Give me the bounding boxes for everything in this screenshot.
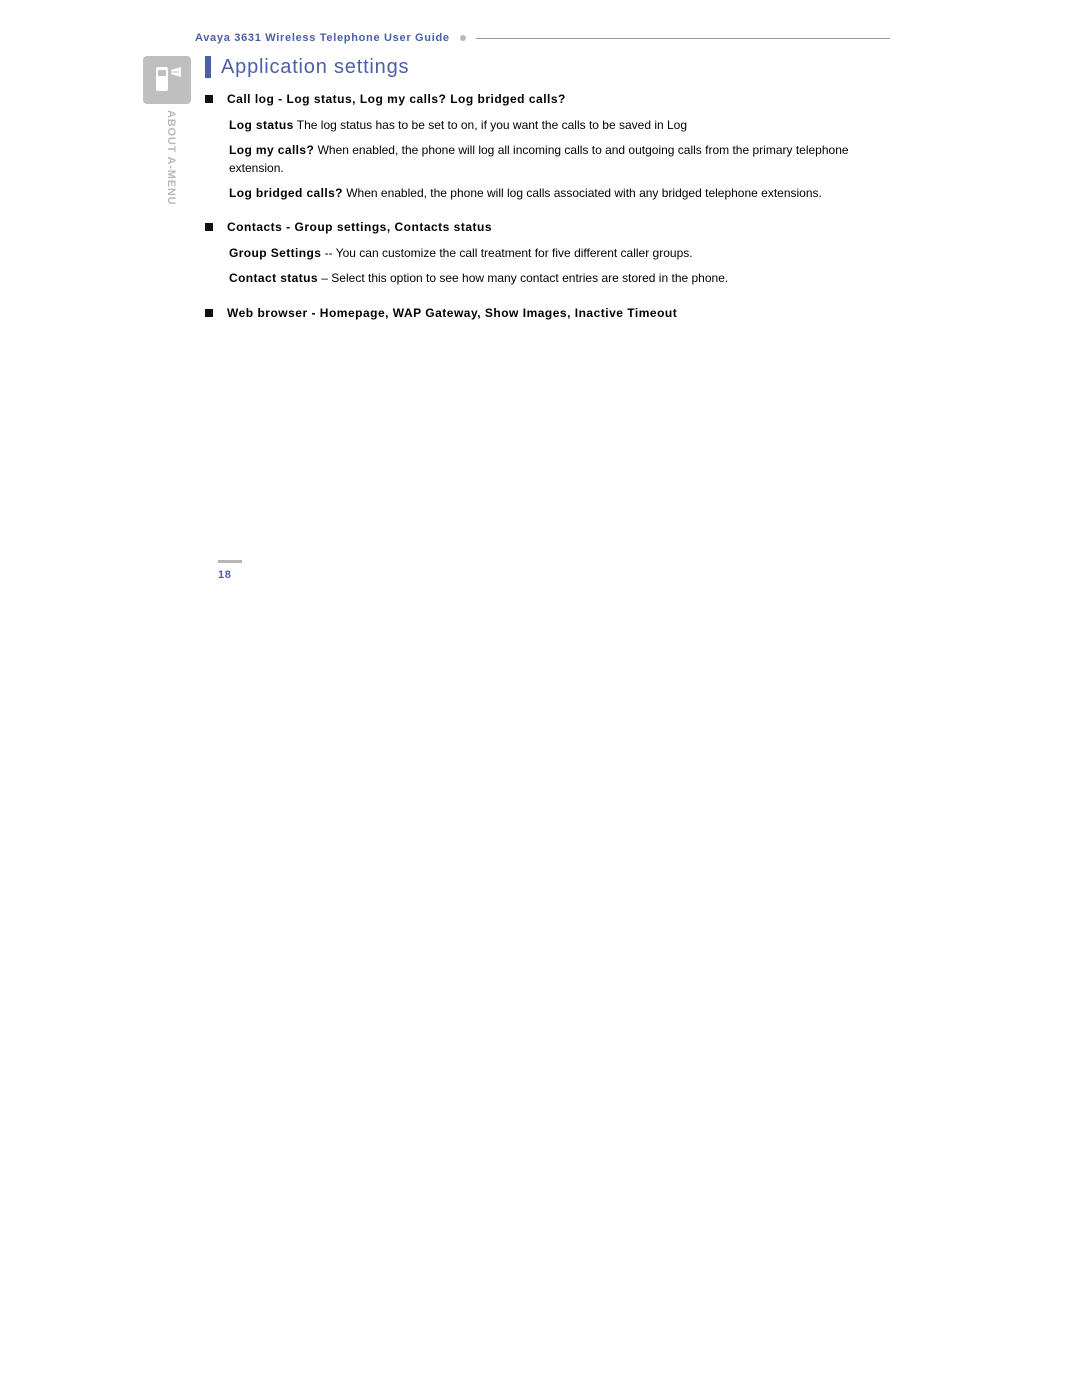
square-bullet-icon bbox=[205, 223, 213, 231]
bullet-description: Log status The log status has to be set … bbox=[229, 116, 890, 202]
page-number-value: 18 bbox=[218, 569, 242, 581]
header-dot-icon bbox=[460, 35, 466, 41]
document-page: Avaya 3631 Wireless Telephone User Guide… bbox=[0, 0, 1080, 1397]
doc-title: Avaya 3631 Wireless Telephone User Guide bbox=[195, 32, 460, 44]
page-number-bar bbox=[218, 560, 242, 563]
running-header: Avaya 3631 Wireless Telephone User Guide bbox=[195, 32, 890, 44]
main-content: Application settings Call log - Log stat… bbox=[205, 56, 890, 338]
header-rule bbox=[476, 38, 890, 39]
square-bullet-icon bbox=[205, 95, 213, 103]
bullet-heading: Web browser - Homepage, WAP Gateway, Sho… bbox=[227, 306, 677, 320]
square-bullet-icon bbox=[205, 309, 213, 317]
phone-icon bbox=[143, 56, 191, 104]
list-item: Call log - Log status, Log my calls? Log… bbox=[205, 92, 890, 202]
side-section-label: ABOUT A-MENU bbox=[157, 110, 177, 230]
page-number: 18 bbox=[218, 560, 242, 581]
bullet-list: Call log - Log status, Log my calls? Log… bbox=[205, 92, 890, 320]
list-item: Web browser - Homepage, WAP Gateway, Sho… bbox=[205, 306, 890, 320]
list-item: Contacts - Group settings, Contacts stat… bbox=[205, 220, 890, 287]
bullet-heading: Contacts - Group settings, Contacts stat… bbox=[227, 220, 492, 234]
bullet-description: Group Settings -- You can customize the … bbox=[229, 244, 890, 287]
section-title: Application settings bbox=[205, 56, 890, 78]
bullet-heading: Call log - Log status, Log my calls? Log… bbox=[227, 92, 566, 106]
